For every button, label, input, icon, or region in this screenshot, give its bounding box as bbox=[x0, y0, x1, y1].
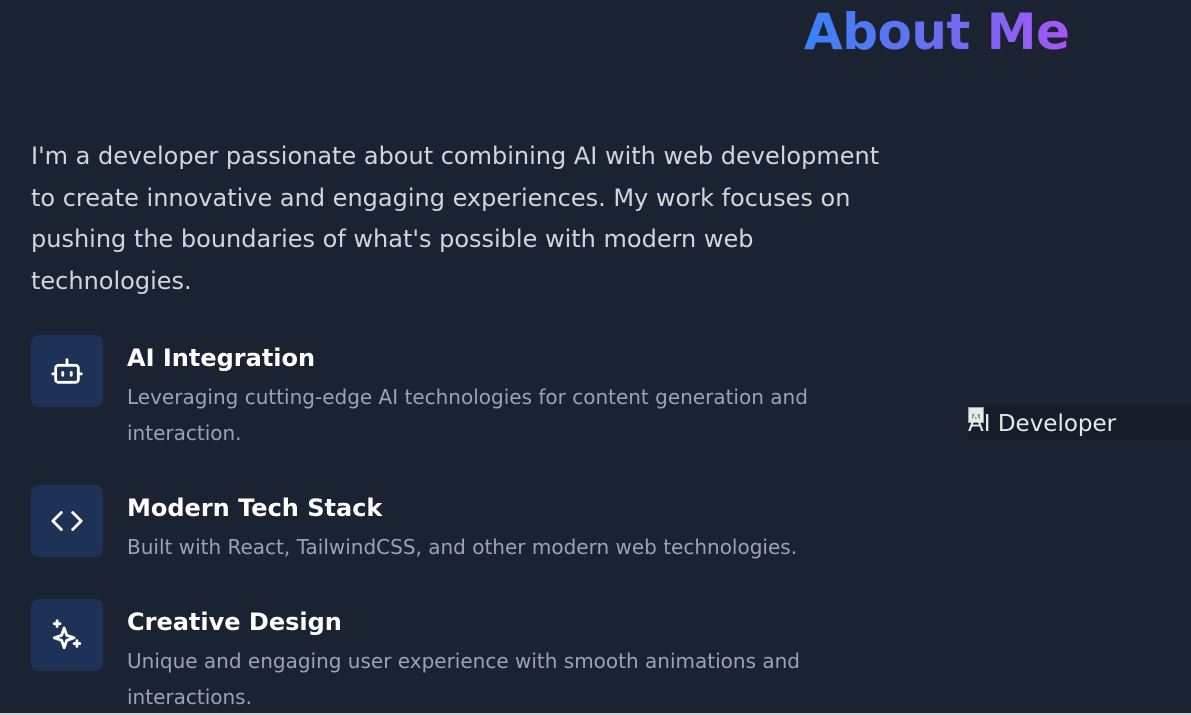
about-section: About Me I'm a developer passionate abou… bbox=[0, 0, 1191, 715]
image-alt-text: AI Developer bbox=[968, 411, 1117, 437]
section-title: About Me bbox=[804, 3, 1070, 61]
feature-title: Creative Design bbox=[127, 608, 342, 636]
feature-title: Modern Tech Stack bbox=[127, 494, 383, 522]
feature-description: Built with React, TailwindCSS, and other… bbox=[127, 535, 798, 559]
intro-paragraph: I'm a developer passionate about combini… bbox=[31, 142, 880, 295]
ai-developer-image: AI Developer bbox=[968, 405, 1191, 440]
feature-description: Leveraging cutting-edge AI technologies … bbox=[127, 385, 808, 445]
feature-description: Unique and engaging user experience with… bbox=[127, 649, 800, 709]
feature-title: AI Integration bbox=[127, 344, 316, 372]
sparkles-icon bbox=[31, 599, 103, 671]
robot-icon bbox=[31, 335, 103, 407]
code-icon bbox=[31, 485, 103, 557]
